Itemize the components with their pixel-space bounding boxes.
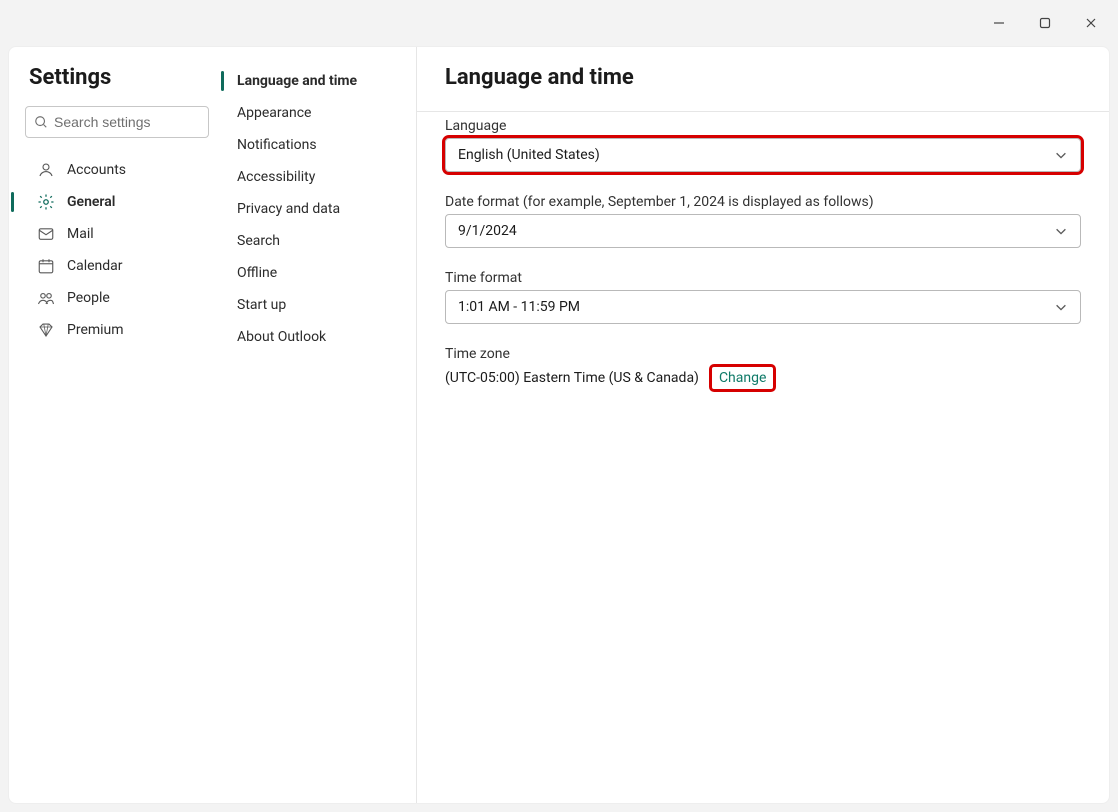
chevron-down-icon [1054, 224, 1068, 238]
nav-label: General [67, 194, 115, 210]
nav-item-accounts[interactable]: Accounts [25, 154, 209, 186]
subnav-label: Language and time [237, 73, 357, 89]
subnav-offline[interactable]: Offline [227, 257, 408, 289]
language-select[interactable]: English (United States) [445, 138, 1081, 172]
date-format-select[interactable]: 9/1/2024 [445, 214, 1081, 248]
chevron-down-icon [1054, 148, 1068, 162]
date-format-value: 9/1/2024 [458, 223, 517, 239]
search-icon [34, 115, 48, 129]
gear-icon [37, 193, 55, 211]
date-format-field: Date format (for example, September 1, 2… [445, 194, 1081, 248]
sidebar: Settings Accounts General [9, 47, 219, 803]
nav-label: Accounts [67, 162, 126, 178]
time-format-value: 1:01 AM - 11:59 PM [458, 299, 580, 315]
nav-label: Mail [67, 226, 94, 242]
subnav-label: Appearance [237, 105, 311, 121]
time-zone-value: (UTC-05:00) Eastern Time (US & Canada) [445, 370, 699, 386]
subnav-appearance[interactable]: Appearance [227, 97, 408, 129]
time-zone-label: Time zone [445, 346, 1081, 362]
subnav-accessibility[interactable]: Accessibility [227, 161, 408, 193]
nav-item-mail[interactable]: Mail [25, 218, 209, 250]
people-icon [37, 289, 55, 307]
language-field: Language English (United States) [445, 118, 1081, 172]
language-label: Language [445, 118, 1081, 134]
chevron-down-icon [1054, 300, 1068, 314]
maximize-button[interactable] [1022, 0, 1068, 46]
settings-window: Settings Accounts General [8, 46, 1110, 804]
time-format-field: Time format 1:01 AM - 11:59 PM [445, 270, 1081, 324]
time-format-select[interactable]: 1:01 AM - 11:59 PM [445, 290, 1081, 324]
divider [417, 111, 1109, 112]
main-panel: Language and time Language English (Unit… [417, 47, 1109, 803]
close-button[interactable] [1068, 0, 1114, 46]
subnav-label: Start up [237, 297, 286, 313]
nav-label: People [67, 290, 110, 306]
search-input[interactable] [54, 114, 235, 130]
minimize-button[interactable] [976, 0, 1022, 46]
diamond-icon [37, 321, 55, 339]
calendar-icon [37, 257, 55, 275]
subnav-search[interactable]: Search [227, 225, 408, 257]
titlebar [0, 0, 1118, 46]
settings-heading: Settings [29, 65, 209, 90]
subnav-label: Offline [237, 265, 277, 281]
subnav-label: Search [237, 233, 280, 249]
language-value: English (United States) [458, 147, 600, 163]
subnav-label: Accessibility [237, 169, 315, 185]
page-title: Language and time [445, 65, 1081, 90]
subnav-privacy-and-data[interactable]: Privacy and data [227, 193, 408, 225]
subnav-notifications[interactable]: Notifications [227, 129, 408, 161]
primary-nav: Accounts General Mail Calendar [25, 154, 209, 346]
search-box[interactable] [25, 106, 209, 138]
time-format-label: Time format [445, 270, 1081, 286]
nav-item-people[interactable]: People [25, 282, 209, 314]
date-format-label: Date format (for example, September 1, 2… [445, 194, 1081, 210]
nav-label: Calendar [67, 258, 123, 274]
subnav-label: About Outlook [237, 329, 326, 345]
nav-item-premium[interactable]: Premium [25, 314, 209, 346]
nav-item-general[interactable]: General [25, 186, 209, 218]
secondary-nav: Language and time Appearance Notificatio… [219, 47, 417, 803]
subnav-language-and-time[interactable]: Language and time [227, 65, 408, 97]
subnav-label: Privacy and data [237, 201, 340, 217]
change-time-zone-link[interactable]: Change [711, 366, 774, 390]
nav-label: Premium [67, 322, 124, 338]
subnav-start-up[interactable]: Start up [227, 289, 408, 321]
mail-icon [37, 225, 55, 243]
subnav-about-outlook[interactable]: About Outlook [227, 321, 408, 353]
nav-item-calendar[interactable]: Calendar [25, 250, 209, 282]
settings-form: Language English (United States) Date fo… [445, 118, 1081, 390]
subnav-label: Notifications [237, 137, 317, 153]
person-icon [37, 161, 55, 179]
time-zone-field: Time zone (UTC-05:00) Eastern Time (US &… [445, 346, 1081, 390]
